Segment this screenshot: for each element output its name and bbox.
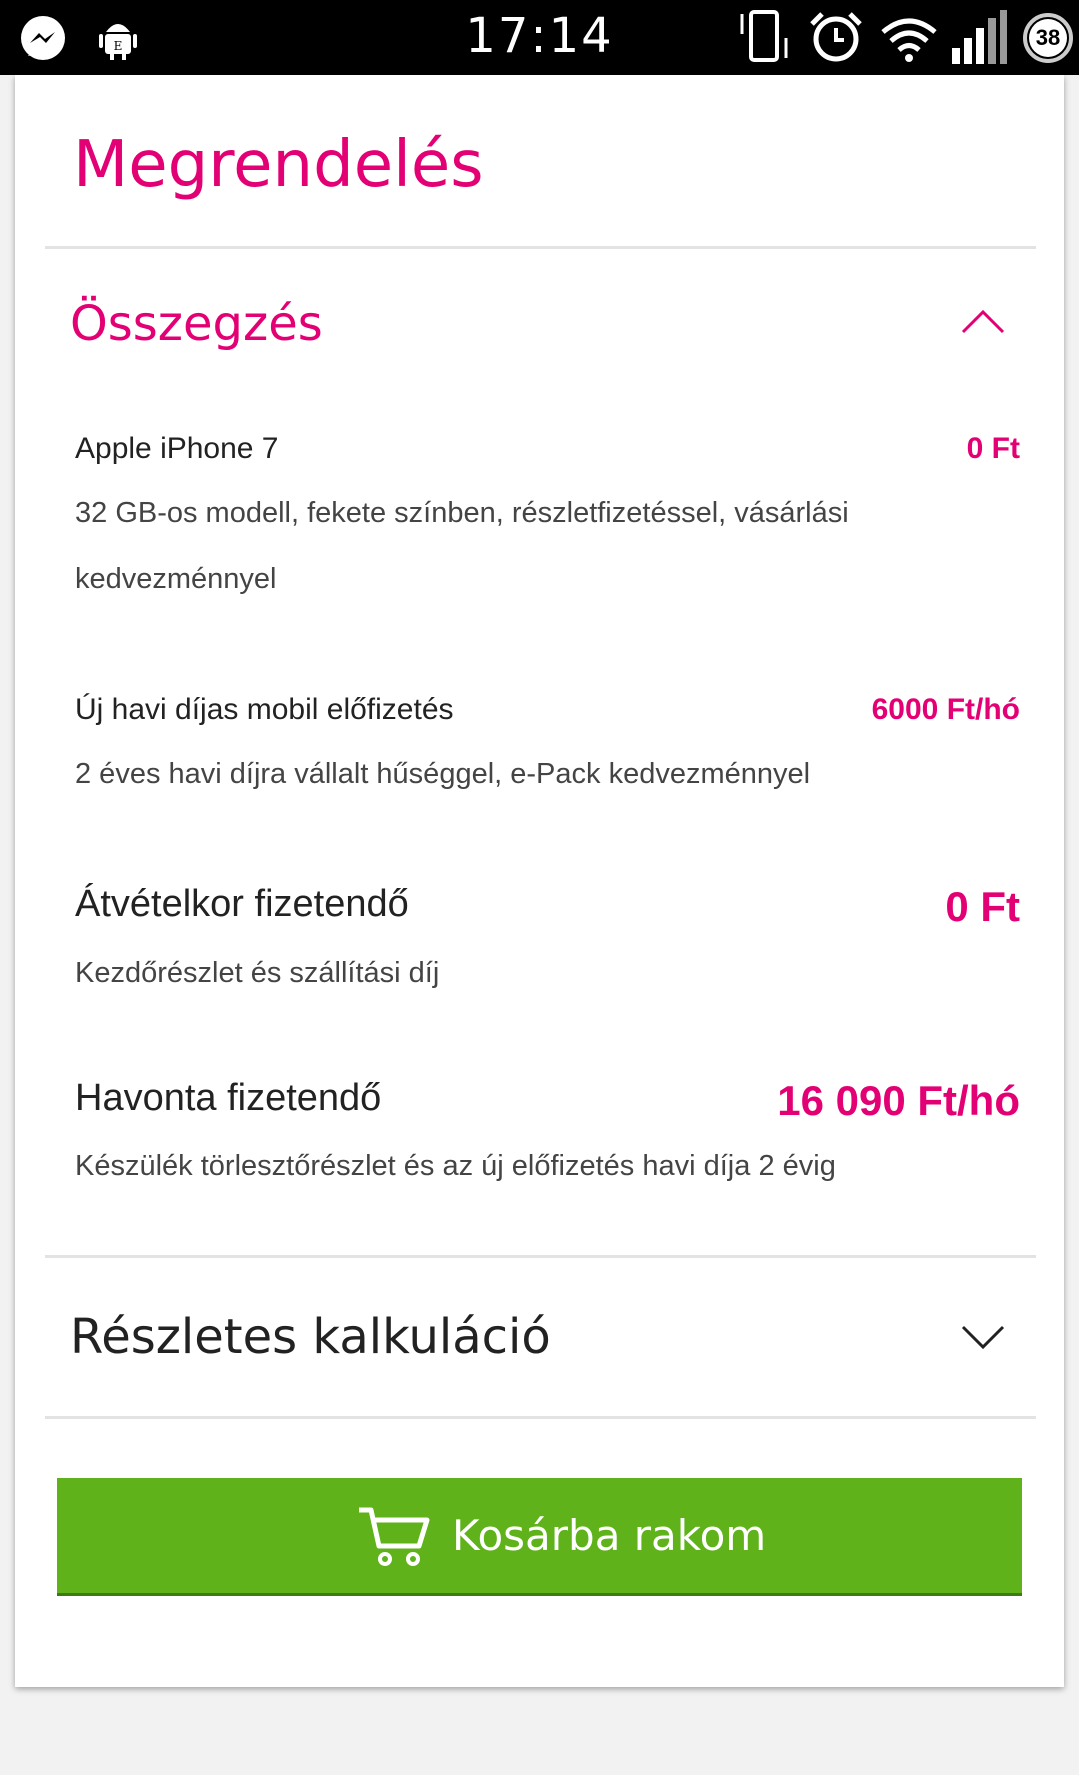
summary-item-subscription: Új havi díjas mobil előfizetés 6000 Ft/h… (75, 693, 1020, 733)
battery-level: 38 (1035, 25, 1061, 50)
summary-item-monthly-payment: Havonta fizetendő 16 090 Ft/hó (75, 1077, 1020, 1127)
item-price: 6000 Ft/hó (871, 693, 1020, 726)
item-name: Havonta fizetendő (75, 1077, 382, 1119)
item-description: Készülék törlesztőrészlet és az új előfi… (75, 1150, 836, 1182)
add-to-cart-label: Kosárba rakom (452, 1511, 767, 1560)
item-price: 16 090 Ft/hó (777, 1077, 1020, 1124)
item-name: Új havi díjas mobil előfizetés (75, 693, 454, 726)
summary-item-iphone: Apple iPhone 7 0 Ft (75, 432, 1020, 472)
calculation-section-header[interactable]: Részletes kalkuláció (45, 1258, 1036, 1416)
summary-item-pay-on-pickup: Átvételkor fizetendő 0 Ft (75, 883, 1020, 933)
divider (45, 1416, 1036, 1419)
add-to-cart-button[interactable]: Kosárba rakom (57, 1478, 1022, 1596)
calculation-title: Részletes kalkuláció (70, 1309, 551, 1365)
wifi-icon (880, 14, 938, 69)
summary-title: Összegzés (70, 296, 323, 352)
alarm-icon (808, 10, 864, 69)
chevron-down-icon (961, 1325, 1005, 1350)
cart-icon (357, 1506, 431, 1571)
signal-icon (948, 10, 1008, 71)
vibrate-icon (735, 8, 795, 69)
item-description: 32 GB-os modell, fekete színben, részlet… (75, 497, 849, 595)
summary-section-header[interactable]: Összegzés (45, 249, 1036, 399)
item-description: Kezdőrészlet és szállítási díj (75, 957, 440, 989)
item-price: 0 Ft (945, 883, 1020, 930)
order-card: Megrendelés Összegzés Apple iPhone 7 0 F… (15, 75, 1064, 1687)
chevron-up-icon (961, 309, 1005, 334)
page-title: Megrendelés (73, 128, 484, 202)
item-name: Átvételkor fizetendő (75, 883, 409, 925)
item-description: 2 éves havi díjra vállalt hűséggel, e-Pa… (75, 758, 811, 790)
item-name: Apple iPhone 7 (75, 432, 279, 465)
item-price: 0 Ft (966, 432, 1020, 465)
battery-icon: 38 (1022, 12, 1074, 69)
status-bar: E 17:14 38 (0, 0, 1079, 75)
